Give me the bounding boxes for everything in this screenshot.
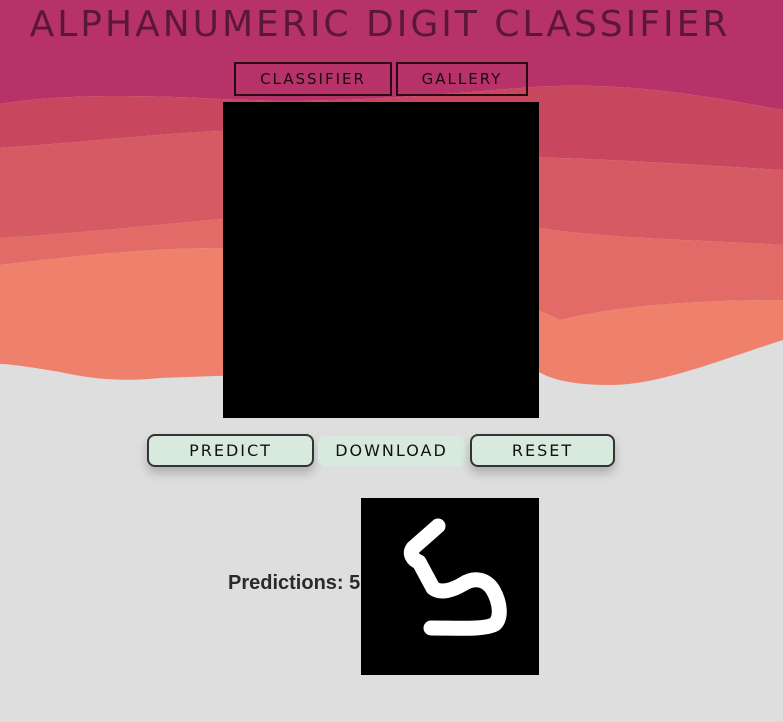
prediction-label: Predictions: 5 — [228, 572, 361, 594]
nav-gallery-button[interactable]: GALLERY — [396, 62, 528, 96]
download-button[interactable]: DOWNLOAD — [318, 436, 465, 466]
predict-button[interactable]: PREDICT — [147, 434, 314, 467]
drawing-canvas[interactable] — [223, 102, 539, 418]
reset-button[interactable]: RESET — [470, 434, 615, 467]
app-title: ALPHANUMERIC DIGIT CLASSIFIER — [29, 4, 731, 45]
page: ALPHANUMERIC DIGIT CLASSIFIER CLASSIFIER… — [0, 0, 783, 722]
nav-classifier-button[interactable]: CLASSIFIER — [234, 62, 392, 96]
prediction-image — [361, 498, 539, 675]
